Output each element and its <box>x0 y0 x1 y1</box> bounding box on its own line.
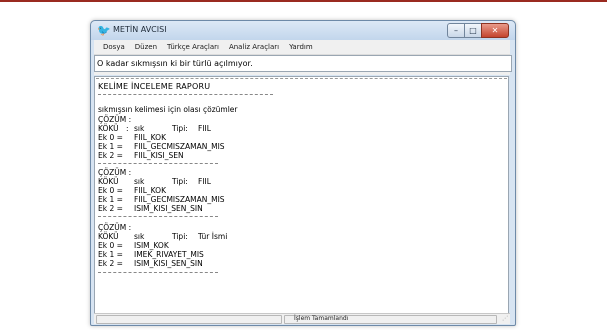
solution-header: ÇÖZÜM : <box>98 168 132 177</box>
solution-divider <box>98 163 218 164</box>
suffix-label: Ek 0 = <box>98 186 123 195</box>
solution-header: ÇÖZÜM : <box>98 223 132 232</box>
report-subtitle: sıkmışsın kelimesi için olası çözümler <box>98 105 238 114</box>
close-button[interactable]: ✕ <box>481 23 509 38</box>
menu-analiz-araclari[interactable]: Analiz Araçları <box>224 40 284 54</box>
window-title: METİN AVCISI <box>113 25 167 34</box>
type-value: FIIL <box>198 177 211 186</box>
type-label: Tipi: <box>172 177 188 186</box>
status-bar: İşlem Tamamlandı ⋰ <box>94 313 510 324</box>
suffix-value: FIIL_GECMISZAMAN_MIS <box>134 142 225 151</box>
solution-block: ÇÖZÜM : KÖKÜ : sık Tipi: FIIL Ek 0 = FIIL… <box>98 115 358 160</box>
menu-bar: Dosya Düzen Türkçe Araçları Analiz Araçl… <box>94 40 510 55</box>
bird-icon: 🐦 <box>97 24 111 37</box>
report-top-divider <box>96 78 507 79</box>
suffix-value: FIIL_KISI_SEN <box>134 151 184 160</box>
resize-grip-icon[interactable]: ⋰ <box>502 315 508 323</box>
report-title: KELİME İNCELEME RAPORU <box>98 82 211 91</box>
suffix-value: FIIL_GECMISZAMAN_MIS <box>134 195 225 204</box>
suffix-label: Ek 2 = <box>98 259 123 268</box>
root-value: sık <box>134 232 145 241</box>
type-value: FIIL <box>198 124 211 133</box>
solution-block: ÇÖZÜM : KÖKÜ sık Tipi: Tür İsmi Ek 0 = IS… <box>98 223 358 268</box>
suffix-label: Ek 0 = <box>98 133 123 142</box>
app-window: 🐦 METİN AVCISI – □ ✕ Dosya Düzen Türkçe … <box>90 20 516 326</box>
root-label: KÖKÜ <box>98 124 119 133</box>
solution-divider <box>98 216 218 217</box>
window-controls: – □ ✕ <box>447 23 509 38</box>
suffix-value: ISIM_KISI_SEN_SIN <box>134 204 203 213</box>
suffix-label: Ek 1 = <box>98 142 123 151</box>
splitter <box>94 72 510 75</box>
type-label: Tipi: <box>172 124 188 133</box>
status-cell-left <box>96 315 282 324</box>
suffix-label: Ek 0 = <box>98 241 123 250</box>
title-divider <box>98 94 273 95</box>
suffix-label: Ek 2 = <box>98 151 123 160</box>
minimize-button[interactable]: – <box>447 23 465 38</box>
report-panel[interactable]: KELİME İNCELEME RAPORU sıkmışsın kelimes… <box>94 76 509 314</box>
suffix-label: Ek 1 = <box>98 195 123 204</box>
solution-block: ÇÖZÜM : KÖKÜ sık Tipi: FIIL Ek 0 = FIIL_K… <box>98 168 358 213</box>
suffix-value: FIIL_KOK <box>134 133 166 142</box>
type-value: Tür İsmi <box>198 232 228 241</box>
root-label: KÖKÜ <box>98 232 119 241</box>
root-value: sık <box>134 177 145 186</box>
menu-turkce-araclari[interactable]: Türkçe Araçları <box>162 40 224 54</box>
suffix-label: Ek 1 = <box>98 250 123 259</box>
solution-header: ÇÖZÜM : <box>98 115 132 124</box>
title-bar[interactable]: 🐦 METİN AVCISI – □ ✕ <box>91 21 515 40</box>
root-label: KÖKÜ <box>98 177 119 186</box>
sentence-input[interactable]: O kadar sıkmışsın ki bir türlü açılmıyor… <box>94 55 512 72</box>
type-label: Tipi: <box>172 232 188 241</box>
status-text: İşlem Tamamlandı <box>294 315 349 322</box>
menu-yardim[interactable]: Yardım <box>284 40 318 54</box>
suffix-value: ISIM_KOK <box>134 241 169 250</box>
root-value: sık <box>134 124 145 133</box>
solution-divider <box>98 272 218 273</box>
suffix-label: Ek 2 = <box>98 204 123 213</box>
maximize-button[interactable]: □ <box>464 23 482 38</box>
menu-dosya[interactable]: Dosya <box>94 40 130 54</box>
suffix-value: FIIL_KOK <box>134 186 166 195</box>
top-accent-rule <box>0 0 607 2</box>
root-separator: : <box>126 124 129 133</box>
suffix-value: ISIM_KISI_SEN_SIN <box>134 259 203 268</box>
menu-duzen[interactable]: Düzen <box>130 40 162 54</box>
suffix-value: IMEK_RIVAYET_MIS <box>134 250 204 259</box>
